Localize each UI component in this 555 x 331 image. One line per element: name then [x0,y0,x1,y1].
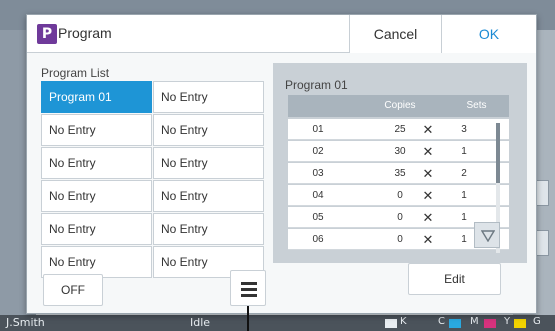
table-row: 03 35 ✕ 2 [288,163,509,184]
program-slot[interactable]: No Entry [41,213,152,245]
ink-y-swatch [514,319,526,328]
column-header-sets: Sets [444,95,509,117]
multiply-icon: ✕ [422,166,434,181]
program-slot[interactable]: No Entry [41,180,152,212]
off-button[interactable]: OFF [43,274,103,306]
column-header-multiply [430,95,444,117]
table-row: 04 0 ✕ 1 [288,185,509,206]
row-sets: 1 [461,190,467,201]
program-details-title: Program 01 [285,78,348,92]
program-slot[interactable]: No Entry [153,180,264,212]
program-slot[interactable]: No Entry [153,81,264,113]
multiply-icon: ✕ [422,144,434,159]
ink-k-label: K [400,316,407,327]
row-sets: 2 [461,168,467,179]
program-icon: P [37,24,57,44]
program-dialog: P Program Cancel OK Program List Program… [26,14,537,314]
row-number: 02 [312,146,324,157]
row-sets: 1 [461,146,467,157]
column-header-copies: Copies [370,95,430,117]
table-row: 02 30 ✕ 1 [288,141,509,162]
menu-icon [241,288,257,291]
dialog-titlebar: P Program Cancel OK [27,15,536,53]
row-sets: 3 [461,124,467,135]
machine-state: Idle [190,316,211,329]
ink-g-label: G [533,316,541,327]
scrollbar-thumb[interactable] [496,123,500,183]
program-slot[interactable]: No Entry [41,147,152,179]
row-number: 05 [312,212,324,223]
multiply-icon: ✕ [422,210,434,225]
status-bar: J.Smith Idle K C M Y G [0,315,555,331]
menu-icon [241,294,257,297]
ink-y-label: Y [504,316,511,327]
callout-line [247,306,249,331]
program-slot[interactable]: No Entry [153,114,264,146]
program-list-label: Program List [41,66,110,80]
program-slot-selected[interactable]: Program 01 [41,81,152,113]
ink-c-swatch [449,319,461,328]
cancel-button[interactable]: Cancel [349,15,441,53]
dialog-title: Program [58,25,112,41]
menu-icon [241,282,257,285]
ink-m-label: M [470,316,479,327]
multiply-icon: ✕ [422,122,434,137]
program-slot[interactable]: No Entry [41,114,152,146]
ink-m-swatch [484,319,496,328]
ink-k-swatch [385,319,397,328]
program-slot[interactable]: No Entry [153,213,264,245]
triangle-down-icon [481,230,495,242]
row-number: 06 [312,234,324,245]
edit-button[interactable]: Edit [408,263,501,295]
row-number: 04 [312,190,324,201]
menu-button[interactable] [230,270,266,306]
scroll-down-button[interactable] [474,222,500,248]
row-number: 03 [312,168,324,179]
table-row: 01 25 ✕ 3 [288,119,509,140]
row-number: 01 [312,124,324,135]
column-header-number [288,95,370,117]
ok-button[interactable]: OK [441,15,536,53]
multiply-icon: ✕ [422,188,434,203]
ink-c-label: C [438,316,445,327]
program-slot[interactable]: No Entry [153,147,264,179]
user-name: J.Smith [6,316,45,329]
multiply-icon: ✕ [422,232,434,247]
